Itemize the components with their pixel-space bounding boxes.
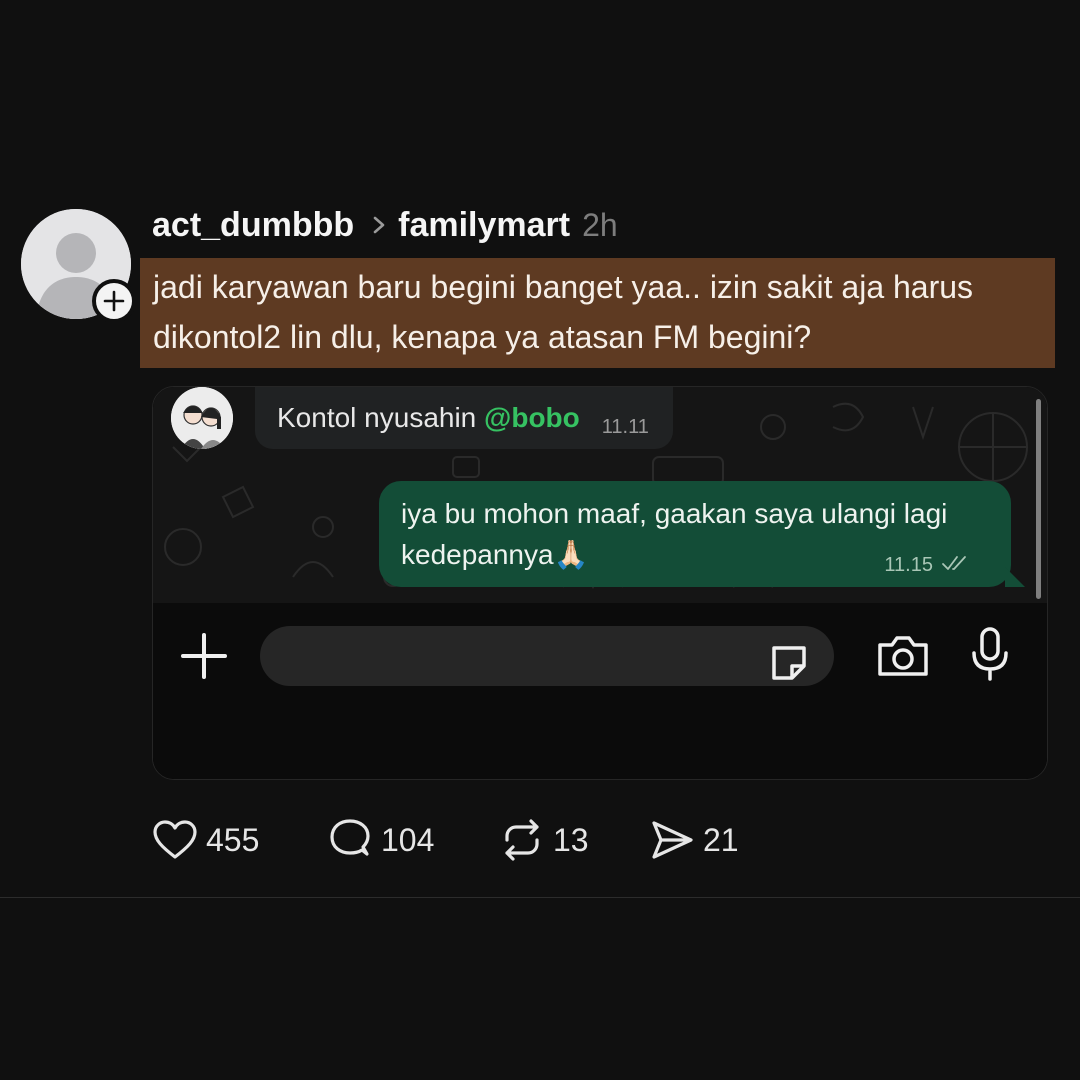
divider (0, 897, 1080, 898)
sticker-icon[interactable] (764, 638, 814, 688)
reply-count: 104 (381, 821, 435, 858)
reply-button[interactable]: 104 (327, 818, 499, 862)
post-header: act_dumbbb familymart 2h (152, 200, 618, 250)
bubble-tail (1005, 567, 1025, 587)
comment-icon (330, 819, 370, 856)
chat-screenshot[interactable]: Kontol nyusahin @bobo 11.11 iya bu mohon… (152, 386, 1048, 780)
double-check-icon (941, 555, 971, 576)
mention-link[interactable]: @bobo (484, 402, 580, 433)
post-actions: 455 104 13 21 (152, 812, 769, 868)
threads-post: act_dumbbb familymart 2h jadi karyawan b… (0, 0, 1080, 1080)
outgoing-message-time: 11.15 (884, 554, 933, 576)
like-count: 455 (206, 821, 260, 858)
contact-avatar[interactable] (171, 387, 233, 449)
incoming-message-text: Kontol nyusahin @bobo (277, 402, 580, 433)
follow-plus-icon[interactable] (92, 279, 136, 323)
share-count: 21 (703, 821, 739, 858)
microphone-icon[interactable] (968, 625, 1012, 685)
like-button[interactable]: 455 (152, 819, 327, 861)
community-name[interactable]: familymart (398, 206, 570, 245)
incoming-message[interactable]: Kontol nyusahin @bobo 11.11 (255, 387, 673, 449)
heart-icon (153, 820, 197, 859)
post-caption: jadi karyawan baru begini banget yaa.. i… (140, 258, 1055, 368)
repost-button[interactable]: 13 (499, 818, 649, 862)
outgoing-message[interactable]: iya bu mohon maaf, gaakan saya ulangi la… (379, 481, 1011, 587)
camera-icon[interactable] (875, 631, 931, 681)
attach-plus-icon[interactable] (177, 629, 231, 683)
send-icon (652, 821, 693, 859)
incoming-message-time: 11.11 (601, 415, 649, 438)
message-input[interactable] (260, 626, 834, 686)
chat-input-bar (153, 603, 1047, 779)
repost-count: 13 (553, 821, 589, 858)
username[interactable]: act_dumbbb (152, 206, 354, 245)
scrollbar[interactable] (1036, 399, 1041, 599)
chevron-right-icon (372, 215, 386, 235)
share-button[interactable]: 21 (649, 819, 769, 861)
post-time: 2h (582, 206, 618, 243)
repost-icon (505, 819, 539, 861)
outgoing-message-meta: 11.15 (884, 554, 971, 577)
